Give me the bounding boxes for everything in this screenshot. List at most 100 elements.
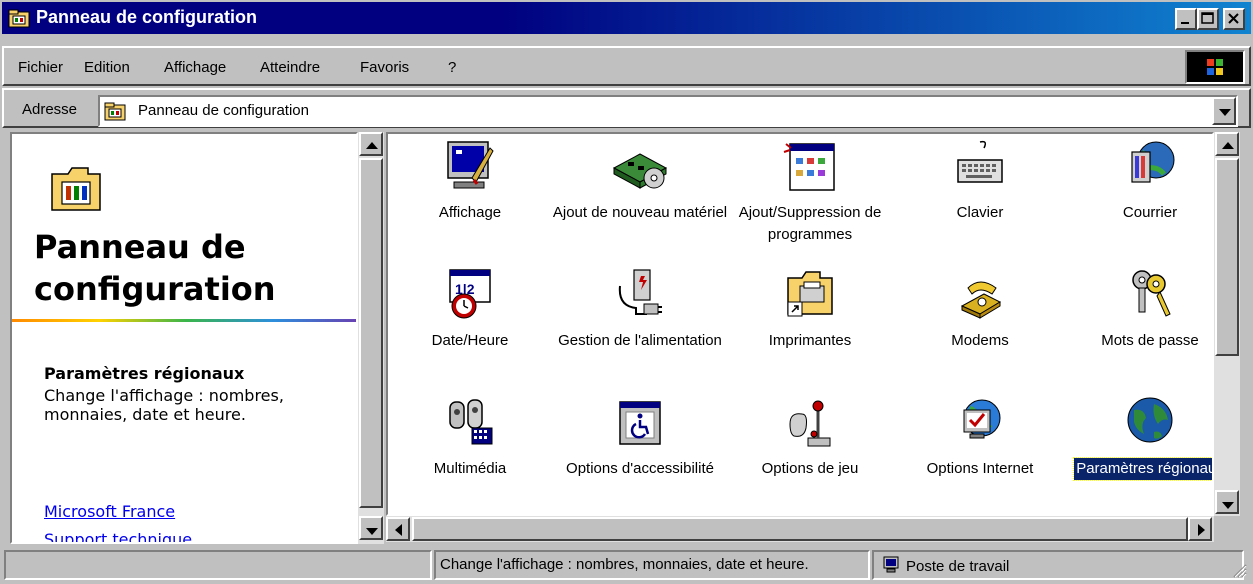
multimedia-icon bbox=[449, 399, 493, 445]
item-label: Clavier bbox=[956, 204, 1004, 221]
title-bar[interactable]: Panneau de configuration bbox=[2, 2, 1251, 34]
arrow-down-icon bbox=[1222, 502, 1234, 509]
vertical-scroll-thumb[interactable] bbox=[1215, 158, 1239, 356]
display-icon bbox=[447, 141, 494, 189]
icon-view-horizontal-scrollbar[interactable] bbox=[386, 516, 1214, 542]
horizontal-scroll-thumb[interactable] bbox=[412, 517, 1188, 541]
resize-grip-icon[interactable] bbox=[1229, 560, 1247, 578]
item-label: Ajout/Suppression de programmes bbox=[738, 204, 882, 243]
keyboard-icon bbox=[957, 140, 1003, 183]
item-options-internet[interactable]: Options Internet bbox=[890, 394, 1070, 480]
address-value: Panneau de configuration bbox=[138, 102, 309, 119]
scroll-right-button[interactable] bbox=[1188, 517, 1212, 541]
windows-logo-icon bbox=[1185, 50, 1245, 84]
add-remove-programs-icon bbox=[783, 143, 835, 191]
item-label: Modems bbox=[951, 332, 1009, 349]
item-ajout-suppression[interactable]: Ajout/Suppression de programmes bbox=[720, 138, 900, 246]
status-text: Change l'affichage : nombres, monnaies, … bbox=[434, 550, 870, 580]
item-options-de-jeu[interactable]: Options de jeu bbox=[720, 394, 900, 480]
item-label: Gestion de l'alimentation bbox=[558, 332, 722, 349]
icon-view-vertical-scrollbar[interactable] bbox=[1214, 132, 1240, 516]
item-multimedia[interactable]: Multimédia bbox=[388, 394, 560, 480]
arrow-left-icon bbox=[395, 524, 402, 536]
link-microsoft-france[interactable]: Microsoft France bbox=[44, 502, 175, 521]
menu-affichage[interactable]: Affichage bbox=[164, 59, 226, 76]
power-management-icon bbox=[618, 269, 662, 315]
address-bar: Adresse Panneau de configuration bbox=[2, 88, 1251, 128]
item-parametres-regionaux[interactable]: Paramètres régionaux bbox=[1060, 394, 1212, 481]
item-label: Options d'accessibilité bbox=[566, 460, 714, 477]
arrow-right-icon bbox=[1198, 524, 1205, 536]
menu-fichier[interactable]: Fichier bbox=[18, 59, 63, 76]
address-field[interactable]: Panneau de configuration bbox=[98, 95, 1238, 127]
link-support-technique[interactable]: Support technique bbox=[44, 530, 192, 542]
item-label: Paramètres régionaux bbox=[1073, 457, 1212, 481]
close-button[interactable] bbox=[1223, 8, 1245, 30]
passwords-keys-icon bbox=[1132, 270, 1171, 317]
status-zone: Poste de travail bbox=[872, 550, 1244, 580]
menu-help[interactable]: ? bbox=[448, 59, 456, 76]
windows-flag-icon bbox=[1207, 59, 1223, 75]
modem-phone-icon bbox=[960, 281, 1002, 319]
left-info-pane: Panneau de configuration Paramètres régi… bbox=[10, 132, 358, 544]
item-label: Date/Heure bbox=[431, 332, 509, 349]
scroll-up-button[interactable] bbox=[1215, 132, 1239, 156]
item-options-accessibilite[interactable]: Options d'accessibilité bbox=[550, 394, 730, 480]
item-label: Options de jeu bbox=[761, 460, 859, 477]
arrow-up-icon bbox=[1222, 142, 1234, 149]
item-modems[interactable]: Modems bbox=[890, 266, 1070, 352]
item-label: Imprimantes bbox=[768, 332, 852, 349]
item-date-heure[interactable]: 1|2 Date/Heure bbox=[388, 266, 560, 352]
maximize-button[interactable] bbox=[1197, 8, 1219, 30]
left-pane-scrollbar[interactable] bbox=[358, 132, 384, 544]
maximize-icon bbox=[1201, 12, 1214, 24]
internet-options-icon bbox=[963, 399, 1001, 439]
add-hardware-icon bbox=[612, 153, 668, 189]
address-label: Adresse bbox=[22, 101, 78, 118]
computer-icon bbox=[883, 556, 899, 573]
item-label: Multimédia bbox=[433, 460, 507, 477]
window-title: Panneau de configuration bbox=[36, 7, 258, 27]
joystick-icon bbox=[789, 400, 831, 447]
item-ajout-materiel[interactable]: Ajout de nouveau matériel bbox=[550, 138, 730, 224]
address-dropdown-button[interactable] bbox=[1212, 97, 1236, 125]
minimize-icon bbox=[1181, 22, 1189, 24]
menu-atteindre[interactable]: Atteindre bbox=[260, 59, 320, 76]
globe-icon bbox=[1127, 397, 1173, 443]
minimize-button[interactable] bbox=[1175, 8, 1197, 30]
close-icon bbox=[1228, 13, 1239, 24]
left-pane-title: Panneau de configuration bbox=[34, 228, 276, 308]
scroll-down-button[interactable] bbox=[1215, 490, 1239, 514]
status-zone-label: Poste de travail bbox=[906, 558, 1010, 575]
left-scroll-down-button[interactable] bbox=[359, 516, 383, 540]
status-panel-empty bbox=[4, 550, 432, 580]
item-gestion-alimentation[interactable]: Gestion de l'alimentation bbox=[550, 266, 730, 352]
mail-icon bbox=[1131, 141, 1175, 183]
item-courrier[interactable]: Courrier bbox=[1060, 138, 1212, 224]
date-time-icon: 1|2 bbox=[449, 269, 491, 319]
menu-edition[interactable]: Edition bbox=[84, 59, 130, 76]
arrow-down-icon bbox=[366, 528, 378, 535]
status-bar: Change l'affichage : nombres, monnaies, … bbox=[2, 548, 1251, 582]
item-imprimantes[interactable]: Imprimantes bbox=[720, 266, 900, 352]
item-label: Mots de passe bbox=[1101, 332, 1199, 349]
selected-item-description: Change l'affichage : nombres, monnaies, … bbox=[44, 386, 284, 424]
scroll-left-button[interactable] bbox=[386, 517, 410, 541]
left-scroll-up-button[interactable] bbox=[359, 132, 383, 156]
left-scroll-thumb[interactable] bbox=[359, 158, 383, 508]
item-affichage[interactable]: Affichage bbox=[388, 138, 560, 224]
item-clavier[interactable]: Clavier bbox=[890, 138, 1070, 224]
left-pane-divider bbox=[12, 319, 356, 322]
printers-folder-icon bbox=[787, 271, 833, 317]
icon-view[interactable]: Affichage Ajout de nouveau matériel Ajou… bbox=[386, 132, 1214, 516]
selected-item-title: Paramètres régionaux bbox=[44, 364, 245, 383]
item-label: Ajout de nouveau matériel bbox=[552, 204, 728, 221]
item-mots-de-passe[interactable]: Mots de passe bbox=[1060, 266, 1212, 352]
item-label: Options Internet bbox=[926, 460, 1034, 477]
item-label: Affichage bbox=[438, 204, 502, 221]
menu-favoris[interactable]: Favoris bbox=[360, 59, 409, 76]
arrow-up-icon bbox=[366, 142, 378, 149]
control-panel-folder-icon bbox=[51, 167, 101, 211]
control-panel-icon[interactable] bbox=[8, 8, 30, 28]
control-panel-icon bbox=[104, 102, 126, 121]
